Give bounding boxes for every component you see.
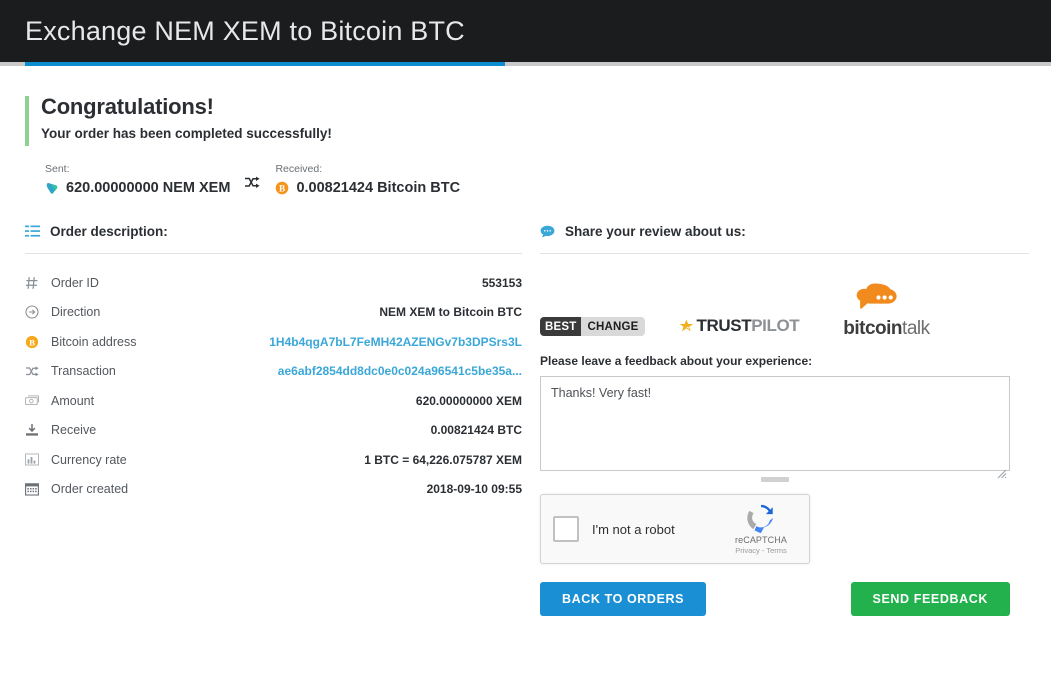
row-label: Currency rate [51,452,127,467]
divider [540,253,1029,254]
page-body: Congratulations! Your order has been com… [0,94,1051,616]
received-label: Received: [275,163,323,175]
row-label: Transaction [51,364,116,379]
table-row: Order ID 553153 [25,268,522,298]
app-header: Exchange NEM XEM to Bitcoin BTC [0,0,1051,62]
recaptcha-brand: reCAPTCHA Privacy - Terms [725,503,797,555]
transaction-link[interactable]: ae6abf2854dd8dc0e0c024a96541c5be35a... [278,364,522,378]
calendar-icon [25,482,51,496]
review-panel: Share your review about us: BEST CHANGE … [540,224,1029,616]
header-accent-bar [25,62,505,66]
hash-icon [25,276,51,290]
recaptcha-widget[interactable]: I'm not a robot reCAPTCHA Privacy - Term… [540,494,810,564]
swap-direction-icon [244,175,261,195]
table-row: Receive 0.00821424 BTC [25,416,522,446]
chart-bar-icon [25,453,51,466]
review-logos: BEST CHANGE TRUSTPILOT bitcointalk [540,274,1029,340]
bitcointalk-logo[interactable]: bitcointalk [843,281,930,340]
row-value: 2018-09-10 09:55 [426,482,522,497]
money-bill-icon [25,394,51,407]
page-title: Exchange NEM XEM to Bitcoin BTC [25,15,465,46]
row-label: Bitcoin address [51,334,137,349]
textarea-drag-handle[interactable] [761,477,789,482]
divider [25,253,522,254]
trustpilot-light: PILOT [751,316,800,335]
table-row: Amount 620.00000000 XEM [25,386,522,416]
recaptcha-legal[interactable]: Privacy - Terms [735,546,787,555]
row-value: 0.00821424 BTC [430,423,522,438]
bitcointalk-bubble-icon [857,283,898,309]
received-block: Received: B 0.00821424 Bitcoin BTC [275,163,460,196]
recaptcha-brand-name: reCAPTCHA [735,535,787,545]
row-label: Amount [51,393,95,408]
row-value: 1 BTC = 64,226.075787 XEM [364,452,522,467]
bitcointalk-light: talk [902,318,930,339]
row-value: NEM XEM to Bitcoin BTC [379,305,522,320]
amount-summary: Sent: 620.00000000 NEM XEM Received: B 0… [25,163,1026,196]
trustpilot-wordmark: TRUSTPILOT [697,316,800,336]
review-title: Share your review about us: [565,224,746,239]
sent-value: 620.00000000 NEM XEM [66,180,231,196]
order-table: Order ID 553153 Direction NEM XEM to Bit… [25,268,522,504]
action-buttons: BACK TO ORDERS SEND FEEDBACK [540,582,1010,616]
recaptcha-logo-icon [747,504,773,533]
order-description-title: Order description: [50,224,168,239]
table-row: Transaction ae6abf2854dd8dc0e0c024a96541… [25,357,522,387]
content-columns: Order description: Order ID 553153 Direc… [25,224,1029,616]
sent-label: Sent: [45,163,70,175]
feedback-field-wrapper [540,368,1010,482]
row-label: Direction [51,305,101,320]
table-row: B Bitcoin address 1H4b4qgA7bL7FeMH42AZEN… [25,327,522,357]
table-row: Currency rate 1 BTC = 64,226.075787 XEM [25,445,522,475]
row-label: Order ID [51,275,99,290]
svg-text:B: B [279,184,285,194]
status-heading: Congratulations! [41,94,214,119]
trustpilot-bold: TRUST [696,316,752,335]
svg-text:B: B [29,337,35,347]
list-icon [25,225,40,238]
trustpilot-star-icon [679,319,693,332]
comment-icon [540,225,555,239]
recaptcha-checkbox[interactable] [553,516,579,542]
feedback-label: Please leave a feedback about your exper… [540,354,813,368]
status-block: Congratulations! Your order has been com… [25,94,1026,146]
bitcointalk-bold: bitcoin [843,318,903,339]
bestchange-logo[interactable]: BEST CHANGE [540,317,645,336]
bestchange-logo-right: CHANGE [581,317,645,336]
feedback-textarea[interactable] [540,376,1010,471]
row-value: 620.00000000 XEM [415,393,522,408]
header-underline [0,62,1051,66]
row-value: 553153 [481,275,522,290]
review-header: Share your review about us: [540,224,1029,253]
trustpilot-logo[interactable]: TRUSTPILOT [679,316,800,336]
status-subtext: Your order has been completed successful… [41,126,332,141]
bitcoin-coin-icon: B [276,181,289,195]
back-to-orders-button[interactable]: BACK TO ORDERS [540,582,707,616]
bestchange-logo-left: BEST [540,317,582,336]
order-description-header: Order description: [25,224,522,253]
order-description-panel: Order description: Order ID 553153 Direc… [25,224,522,616]
row-label: Order created [51,482,129,497]
received-value: 0.00821424 Bitcoin BTC [296,180,461,196]
arrow-circle-right-icon [25,305,51,319]
bitcoin-address-link[interactable]: 1H4b4qgA7bL7FeMH42AZENGv7b3DPSrs3L [269,335,522,349]
nem-coin-icon [46,183,58,194]
sent-block: Sent: 620.00000000 NEM XEM [45,163,230,196]
row-label: Receive [51,423,97,438]
download-icon [25,423,51,437]
exchange-icon [25,365,51,378]
send-feedback-button[interactable]: SEND FEEDBACK [850,582,1010,616]
table-row: Direction NEM XEM to Bitcoin BTC [25,298,522,328]
table-row: Order created 2018-09-10 09:55 [25,475,522,505]
bitcointalk-wordmark: bitcointalk [843,318,930,340]
bitcoin-icon: B [25,335,51,349]
recaptcha-label: I'm not a robot [592,521,675,537]
